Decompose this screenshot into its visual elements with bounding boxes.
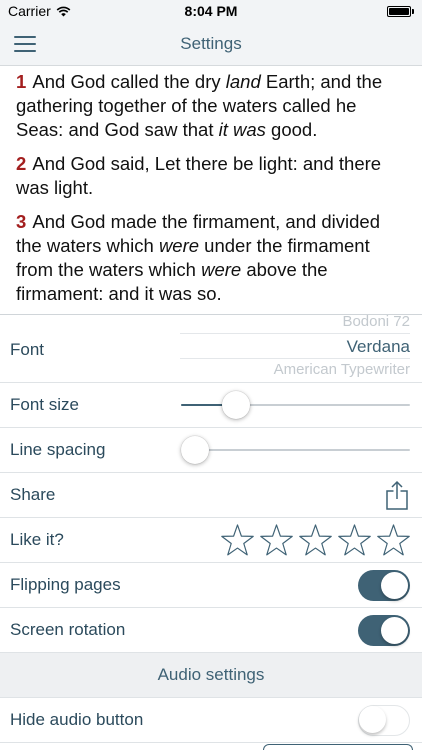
share-label: Share <box>10 485 56 504</box>
battery-icon <box>387 5 414 17</box>
hide-audio-row: Hide audio button <box>0 698 422 743</box>
line-spacing-row: Line spacing <box>0 428 422 473</box>
battery-fill <box>389 7 409 15</box>
star-icon[interactable] <box>376 523 411 558</box>
verse-text: And God called the dry <box>28 71 226 92</box>
star-icon[interactable] <box>298 523 333 558</box>
settings-panel: Font Bodoni 72 Verdana American Typewriter… <box>0 313 422 750</box>
verse-text: And God said, Let there be light: and th… <box>16 153 382 198</box>
share-icon <box>386 480 408 510</box>
verse-text: were <box>158 235 200 256</box>
menu-icon-line <box>14 43 36 45</box>
hide-audio-label: Hide audio button <box>10 710 144 729</box>
nav-bar: Settings <box>0 22 422 66</box>
rating-row: Like it? <box>0 518 422 563</box>
font-option[interactable]: Verdana <box>180 333 410 359</box>
carrier-label: Carrier <box>8 3 51 19</box>
star-icon[interactable] <box>259 523 294 558</box>
wifi-icon <box>56 6 71 16</box>
font-row: Font Bodoni 72 Verdana American Typewriter <box>0 313 422 383</box>
font-size-slider[interactable] <box>181 391 410 419</box>
line-spacing-label: Line spacing <box>10 440 106 459</box>
battery-tip <box>412 8 414 14</box>
audio-settings-header: Audio settings <box>0 653 422 698</box>
verse-text: land <box>225 71 261 92</box>
verse-text: good. <box>265 119 318 140</box>
slider-thumb[interactable] <box>221 391 250 419</box>
flipping-pages-row: Flipping pages <box>0 563 422 608</box>
font-size-label: Font size <box>10 395 79 414</box>
font-option[interactable]: Bodoni 72 <box>180 311 410 333</box>
toggle-knob <box>381 616 408 644</box>
verse-number: 3 <box>16 211 27 232</box>
verse: 3 And God made the firmament, and divide… <box>16 210 406 306</box>
screen-rotation-row: Screen rotation <box>0 608 422 653</box>
verse-number: 1 <box>16 71 27 92</box>
verse-number: 2 <box>16 153 27 174</box>
flipping-pages-label: Flipping pages <box>10 575 121 594</box>
rating-label: Like it? <box>10 530 64 549</box>
verse: 1 And God called the dry land Earth; and… <box>16 70 406 142</box>
menu-button[interactable] <box>14 36 36 52</box>
verse: 2 And God said, Let there be light: and … <box>16 152 406 200</box>
font-picker[interactable]: Bodoni 72 Verdana American Typewriter <box>180 311 410 379</box>
hide-audio-toggle[interactable] <box>358 704 410 736</box>
star-icon[interactable] <box>220 523 255 558</box>
line-spacing-slider[interactable] <box>181 436 410 464</box>
star-icon[interactable] <box>337 523 372 558</box>
font-option[interactable]: American Typewriter <box>180 359 410 379</box>
slider-thumb[interactable] <box>181 436 209 464</box>
star-rating[interactable] <box>220 523 411 558</box>
flipping-pages-toggle[interactable] <box>358 569 410 601</box>
font-label: Font <box>10 339 45 359</box>
font-size-row: Font size <box>0 383 422 428</box>
menu-icon-line <box>14 50 36 52</box>
verse-text: were <box>201 259 242 280</box>
page-title: Settings <box>180 33 242 53</box>
toggle-knob <box>359 706 386 733</box>
slider-track <box>181 449 410 451</box>
battery-body <box>387 5 411 17</box>
share-row[interactable]: Share <box>0 473 422 518</box>
toggle-knob <box>381 571 408 599</box>
verse-text: it was <box>218 119 266 140</box>
status-bar: Carrier 8:04 PM <box>0 0 422 22</box>
screen-rotation-toggle[interactable] <box>358 614 410 646</box>
bible-text-preview: 1 And God called the dry land Earth; and… <box>0 66 422 314</box>
share-button[interactable] <box>386 473 408 517</box>
status-left: Carrier <box>8 3 71 19</box>
menu-icon-line <box>14 36 36 38</box>
partial-button-edge[interactable] <box>263 744 413 750</box>
screen-rotation-label: Screen rotation <box>10 620 126 639</box>
